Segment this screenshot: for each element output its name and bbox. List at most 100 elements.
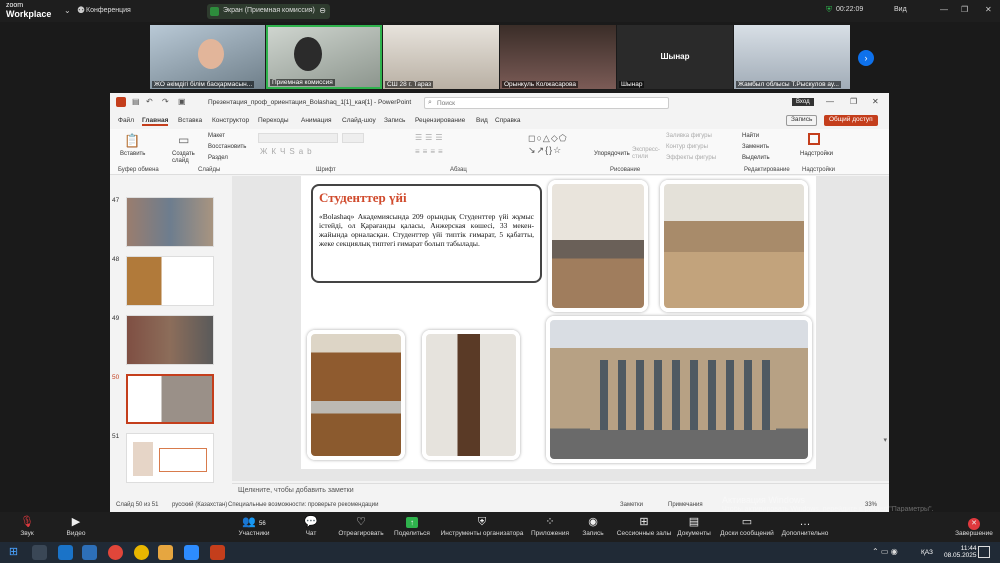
participants-button[interactable]: 👥 56 Участники (234, 512, 274, 542)
align-icons[interactable]: ≡≡≡≡ (415, 147, 446, 156)
quick-styles-button[interactable]: Экспресс-стили (632, 147, 660, 161)
tab-record[interactable]: Запись (384, 117, 405, 124)
screen-share-pill[interactable]: Экран (Приемная комиссия) ⊖ (207, 4, 330, 19)
photo-kitchen[interactable] (307, 330, 405, 460)
more-button[interactable]: … Дополнительно (780, 512, 830, 542)
task-view-icon[interactable] (32, 545, 47, 560)
share-screen-button[interactable]: ↑ Поделиться (392, 512, 432, 542)
host-tools-button[interactable]: ⛨ Инструменты организатора (440, 512, 524, 542)
breakout-rooms-button[interactable]: ⊞ Сессионные залы (616, 512, 672, 542)
chevron-down-icon[interactable]: ⌄ (64, 6, 71, 15)
tab-home[interactable]: Главная (142, 117, 169, 126)
zoom-taskbar-icon[interactable] (184, 545, 199, 560)
conference-label[interactable]: Конференция (86, 7, 131, 14)
participant-tile[interactable]: СШ 28 г. Тараз (383, 25, 499, 89)
tab-insert[interactable]: Вставка (178, 117, 202, 124)
slide-thumb-48[interactable] (126, 256, 214, 306)
arrange-button[interactable]: Упорядочить (594, 151, 630, 157)
tray-icons[interactable]: ⌃ ▭ ◉ (872, 547, 898, 556)
signin-button[interactable]: Вход (792, 98, 814, 106)
record-button[interactable]: ◉ Запись (580, 512, 606, 542)
view-button[interactable]: Вид (894, 6, 907, 13)
windows-start-icon[interactable]: ⊞ (6, 545, 21, 560)
language-indicator[interactable]: ҚАЗ (921, 549, 933, 556)
chrome-icon[interactable] (108, 545, 123, 560)
font-size-select[interactable] (342, 133, 364, 143)
shield-icon[interactable]: ⛨ (826, 5, 832, 15)
font-format-icons[interactable]: ЖКЧSab (260, 147, 316, 156)
end-meeting-button[interactable]: ✕ Завершение (952, 512, 996, 542)
whiteboard-button[interactable]: ▭ Доски сообщений (718, 512, 776, 542)
layout-button[interactable]: Макет (208, 133, 225, 139)
maximize-icon[interactable]: ❐ (850, 97, 857, 106)
shapes-gallery-icon-row2[interactable]: ↘↗{}☆ (528, 145, 562, 156)
undo-icon[interactable]: ↶ (146, 97, 153, 106)
shape-effects-button[interactable]: Эффекты фигуры (666, 155, 716, 161)
participant-tile[interactable]: Жамбыл облысы Т.Рыскулов ау... (734, 25, 850, 89)
react-button[interactable]: ♡ Отреагировать (336, 512, 386, 542)
paste-icon[interactable]: 📋 (124, 133, 140, 149)
tab-animation[interactable]: Анимация (301, 117, 332, 124)
minimize-icon[interactable]: — (826, 97, 834, 106)
close-icon[interactable]: ✕ (872, 97, 879, 106)
participant-tile-active[interactable]: Приемная комиссия (266, 25, 382, 89)
present-icon[interactable]: ▣ (178, 97, 186, 106)
save-icon[interactable]: ▤ (132, 97, 140, 106)
apps-button[interactable]: ⁘ Приложения (530, 512, 570, 542)
addins-icon[interactable] (808, 133, 820, 145)
notes-button[interactable]: Заметки (620, 502, 643, 508)
close-icon[interactable]: ✕ (985, 5, 992, 14)
tab-view[interactable]: Вид (476, 117, 488, 124)
share-button[interactable]: Общий доступ (824, 115, 878, 126)
powerpoint-taskbar-icon[interactable] (210, 545, 225, 560)
reset-button[interactable]: Восстановить (208, 144, 246, 150)
slide-canvas[interactable]: Студенттер үйі «Bolashaq» Академиясында … (301, 176, 816, 469)
slide-thumb-47[interactable] (126, 197, 214, 247)
shape-fill-button[interactable]: Заливка фигуры (666, 133, 712, 139)
slide-thumb-51[interactable] (126, 433, 214, 483)
tab-help[interactable]: Справка (495, 117, 521, 124)
select-button[interactable]: Выделить (742, 155, 770, 161)
tab-design[interactable]: Конструктор (212, 117, 249, 124)
search-input[interactable]: ⌕ Поиск (424, 97, 669, 109)
new-slide-icon[interactable]: ▭ (178, 133, 189, 147)
redo-icon[interactable]: ↷ (162, 97, 169, 106)
paste-button[interactable]: Вставить (120, 151, 145, 157)
chat-button[interactable]: 💬 Чат (298, 512, 324, 542)
explorer-icon[interactable] (158, 545, 173, 560)
accessibility-status[interactable]: Специальные возможности: проверьте реком… (228, 502, 378, 508)
tab-transitions[interactable]: Переходы (258, 117, 289, 124)
store-icon[interactable] (82, 545, 97, 560)
section-button[interactable]: Раздел (208, 155, 228, 161)
addins-button[interactable]: Надстройки (800, 151, 833, 157)
tab-review[interactable]: Рецензирование (415, 117, 465, 124)
photo-building[interactable] (546, 316, 812, 463)
language-status[interactable]: русский (Казахстан) (172, 502, 227, 508)
replace-button[interactable]: Заменить (742, 144, 769, 150)
scroll-down-icon[interactable]: ▾ (883, 436, 887, 444)
list-icons[interactable]: ☰☰☰ (415, 133, 446, 142)
photo-room[interactable] (422, 330, 520, 460)
video-button[interactable]: ▶ Видео (62, 512, 90, 542)
yandex-icon[interactable] (134, 545, 149, 560)
font-family-select[interactable] (258, 133, 338, 143)
record-button[interactable]: Запись (786, 115, 818, 126)
slide-thumb-49[interactable] (126, 315, 214, 365)
tab-slideshow[interactable]: Слайд-шоу (342, 117, 376, 124)
notifications-icon[interactable] (978, 546, 990, 558)
participant-tile[interactable]: Шынар Шынар (617, 25, 733, 89)
photo-study-room[interactable] (548, 180, 648, 312)
participant-tile[interactable]: Орынкуль Колжасарова (500, 25, 616, 89)
minimize-icon[interactable]: — (940, 5, 948, 14)
tab-file[interactable]: Файл (118, 117, 134, 124)
chevron-right-icon[interactable]: › (858, 50, 874, 66)
create-slide-button[interactable]: Создать слайд (172, 151, 202, 165)
photo-hallway[interactable] (660, 180, 808, 312)
find-button[interactable]: Найти (742, 133, 759, 139)
comments-button[interactable]: Примечания (668, 502, 703, 508)
more-options-icon[interactable]: ⊖ (319, 6, 326, 15)
slide-thumb-50[interactable] (126, 374, 214, 424)
participant-tile[interactable]: ЖО әкімдігі білім басқармасын... (150, 25, 265, 89)
docs-button[interactable]: ▤ Документы (676, 512, 712, 542)
edge-icon[interactable] (58, 545, 73, 560)
